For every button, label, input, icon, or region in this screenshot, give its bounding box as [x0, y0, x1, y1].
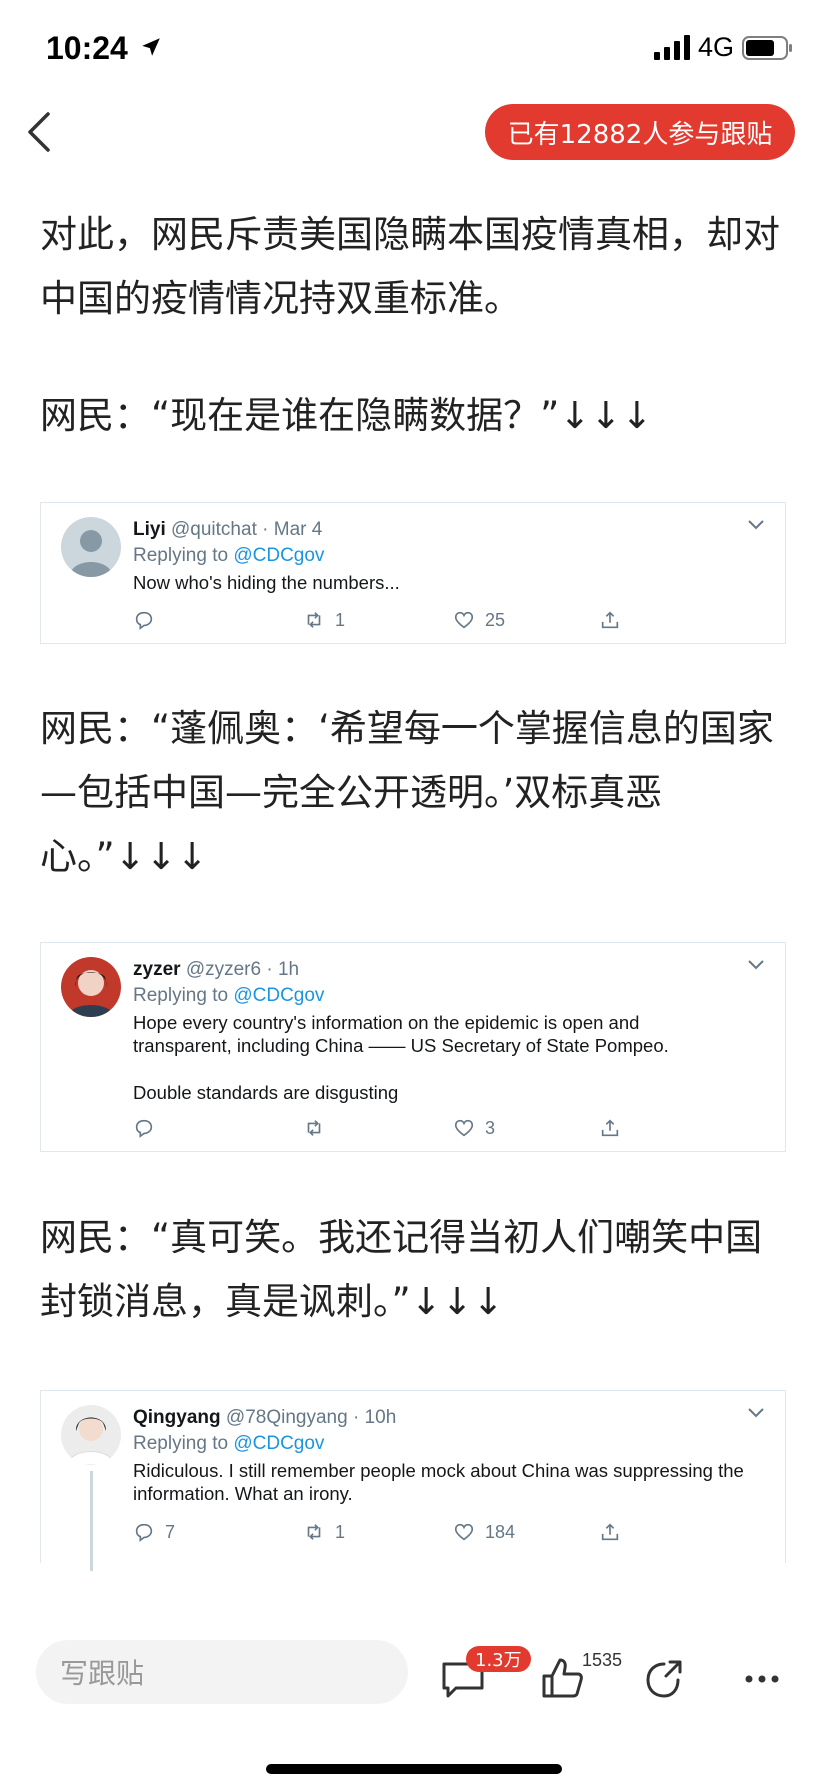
tweet-text-line-2: transparent, including China —— US Secre… [133, 1035, 669, 1056]
status-bar: 10:24 4G [0, 0, 828, 96]
tweet-time: · 10h [352, 1407, 397, 1428]
retweet-count: 1 [335, 1521, 346, 1542]
tweet-text-line-2: information. What an irony. [133, 1483, 353, 1504]
replying-to: Replying to @CDCgov [133, 985, 324, 1007]
tweet-name[interactable]: Qingyang [133, 1407, 221, 1428]
tweet-name[interactable]: Liyi [133, 519, 166, 540]
upload-share-icon [601, 611, 619, 629]
tweet-card-1[interactable]: Liyi @quitchat · Mar 4 Replying to @CDCg… [40, 502, 786, 644]
mention-link[interactable]: @CDCgov [233, 1433, 324, 1454]
chevron-down-icon[interactable] [747, 1407, 765, 1419]
article-paragraph-4: 网民：“真可笑。我还记得当初人们嘲笑中国封锁消息，真是讽刺。”↓↓↓ [40, 1216, 763, 1323]
write-comment-input[interactable]: 写跟贴 [36, 1640, 408, 1704]
tweet-author[interactable]: zyzer @zyzer6 · 1h [133, 959, 299, 981]
article-paragraph-1: 对此，网民斥责美国隐瞒本国疫情真相，却对中国的疫情情况持双重标准。 [40, 213, 780, 320]
tweet-actions: 1 25 [133, 609, 693, 635]
tweet-text-line-3: Double standards are disgusting [133, 1082, 399, 1103]
tweet-name[interactable]: zyzer [133, 959, 181, 980]
like-count: 3 [485, 1117, 496, 1138]
tweet-author[interactable]: Qingyang @78Qingyang · 10h [133, 1407, 396, 1429]
retweet-action[interactable]: 1 [303, 1521, 345, 1543]
tweet-actions: 3 [133, 1117, 693, 1143]
replying-to: Replying to @CDCgov [133, 545, 324, 567]
article-paragraph-2: 网民：“现在是谁在隐瞒数据？”↓↓↓ [40, 394, 653, 437]
location-arrow-icon [142, 38, 160, 56]
like-count: 25 [485, 609, 506, 630]
bottom-bar: 写跟贴 1.3万 1535 [0, 1610, 828, 1730]
mention-link[interactable]: @CDCgov [233, 545, 324, 566]
thread-line [90, 1471, 93, 1571]
tweet-handle[interactable]: @78Qingyang [226, 1407, 348, 1428]
reply-icon [135, 1523, 153, 1542]
avatar[interactable] [61, 517, 121, 577]
reply-icon [135, 1119, 153, 1138]
signal-bars-icon [654, 35, 690, 60]
share-action[interactable] [599, 1117, 621, 1139]
share-action[interactable] [599, 609, 621, 631]
tweet-text-line-1: Hope every country's information on the … [133, 1012, 640, 1033]
tweet-time: · Mar 4 [262, 519, 323, 540]
mention-link[interactable]: @CDCgov [233, 985, 324, 1006]
tweet-card-2[interactable]: zyzer @zyzer6 · 1h Replying to @CDCgov H… [40, 942, 786, 1152]
heart-icon [454, 1119, 474, 1137]
retweet-icon [307, 1524, 321, 1540]
replying-to: Replying to @CDCgov [133, 1433, 324, 1455]
retweet-icon [307, 612, 321, 628]
reply-icon [135, 611, 153, 630]
comment-count-badge: 1.3万 [466, 1646, 531, 1672]
upload-share-icon [601, 1119, 619, 1137]
chevron-down-icon[interactable] [747, 519, 765, 531]
tweet-card-3[interactable]: Qingyang @78Qingyang · 10h Replying to @… [40, 1390, 786, 1571]
avatar[interactable] [61, 957, 121, 1017]
retweet-icon [307, 1120, 321, 1136]
reply-count: 7 [165, 1521, 176, 1542]
tweet-author[interactable]: Liyi @quitchat · Mar 4 [133, 519, 322, 541]
reply-action[interactable]: 7 [133, 1521, 175, 1543]
status-time: 10:24 [46, 30, 128, 66]
battery-icon [742, 36, 792, 60]
reply-action[interactable] [133, 609, 165, 631]
replying-prefix: Replying to [133, 985, 234, 1006]
replying-prefix: Replying to [133, 1433, 234, 1454]
more-dots-icon[interactable] [744, 1674, 780, 1684]
tweet-handle[interactable]: @zyzer6 [186, 959, 261, 980]
share-action[interactable] [599, 1521, 621, 1543]
chevron-down-icon[interactable] [747, 959, 765, 971]
home-indicator [266, 1764, 562, 1774]
tweet-time: · 1h [266, 959, 300, 980]
heart-icon [454, 1523, 474, 1541]
tweet-handle[interactable]: @quitchat [171, 519, 257, 540]
retweet-action[interactable]: 1 [303, 609, 345, 631]
like-action[interactable]: 3 [453, 1117, 495, 1139]
like-action[interactable]: 184 [453, 1521, 515, 1543]
network-type: 4G [698, 32, 735, 62]
tweet-actions: 7 1 184 [133, 1521, 693, 1547]
heart-icon [454, 611, 474, 629]
avatar[interactable] [61, 1405, 121, 1465]
reply-action[interactable] [133, 1117, 165, 1139]
tweet-text-line-1: Ridiculous. I still remember people mock… [133, 1460, 744, 1481]
article-paragraph-3: 网民：“蓬佩奥：‘希望每一个掌握信息的国家—包括中国—完全公开透明。’双标真恶心… [40, 707, 774, 878]
share-arrow-icon[interactable] [642, 1656, 686, 1700]
retweet-count: 1 [335, 609, 346, 630]
tweet-text: Now who's hiding the numbers... [133, 572, 400, 593]
back-chevron-icon[interactable] [24, 110, 54, 154]
like-action[interactable]: 25 [453, 609, 505, 631]
like-count: 1535 [582, 1650, 623, 1670]
like-count: 184 [485, 1521, 516, 1542]
upload-share-icon [601, 1523, 619, 1541]
replying-prefix: Replying to [133, 545, 234, 566]
thumbs-up-icon[interactable] [540, 1656, 584, 1700]
retweet-action[interactable] [303, 1117, 335, 1139]
follow-comments-button[interactable]: 已有12882人参与跟贴 [485, 104, 795, 160]
